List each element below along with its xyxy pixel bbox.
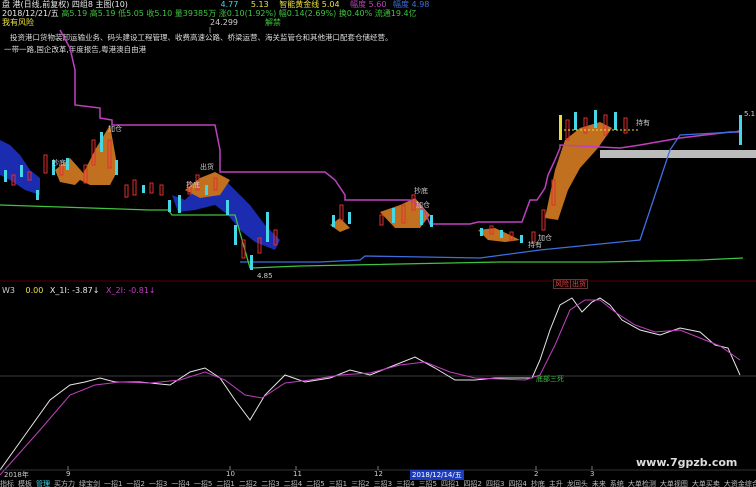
indicator-tab[interactable]: 四招2 (464, 479, 482, 487)
label-buy-3: 抄底 (414, 187, 428, 195)
indicator-tab[interactable]: 二招1 (216, 479, 234, 487)
risk-box-1: 风险 (553, 279, 571, 289)
indicator-tab[interactable]: 四招3 (486, 479, 504, 487)
xaxis-label-2: 2 (534, 470, 539, 478)
indicator-tab[interactable]: 大资金综合 (724, 479, 756, 487)
indicator-tab[interactable]: 三招2 (351, 479, 369, 487)
indicator-header: W3 0.00 X_1I: -3.87↓ X_2I: -0.81↓ (2, 286, 156, 296)
indicator-signal-label: 底部三死 (536, 375, 564, 383)
indicator-tab[interactable]: 四招1 (441, 479, 459, 487)
indicator-tab[interactable]: 绿宝剑 (79, 479, 100, 487)
indicator-tab[interactable]: 管理 (36, 479, 50, 487)
xaxis-label-11: 11 (293, 470, 302, 478)
label-buy-1: 抄底 (52, 159, 66, 167)
indicator-tab[interactable]: 二招3 (261, 479, 279, 487)
indicator-tab[interactable]: 一招3 (149, 479, 167, 487)
indicator-tab[interactable]: 二招5 (306, 479, 324, 487)
indicator-tab[interactable]: 大单买卖 (692, 479, 720, 487)
indicator-tab[interactable]: 主升 (549, 479, 563, 487)
watermark: www.7gpzb.com (636, 456, 738, 469)
indicator-tab[interactable]: 三招1 (329, 479, 347, 487)
xaxis-label-12: 12 (374, 470, 383, 478)
indicator-tab[interactable]: 龙回头 (567, 479, 588, 487)
blue-line (240, 129, 743, 263)
white-osc (0, 297, 741, 471)
indicator-tab[interactable]: 一招4 (171, 479, 189, 487)
indicator-tab[interactable]: 四招4 (508, 479, 526, 487)
magenta-osc (0, 299, 741, 476)
indicator-tab[interactable]: 未来 (592, 479, 606, 487)
label-sell-1: 出货 (200, 163, 214, 171)
indicator-tab[interactable]: 抄底 (531, 479, 545, 487)
indicator-tab[interactable]: 二招4 (284, 479, 302, 487)
indicator-tab[interactable]: 模板 (18, 479, 32, 487)
indicator-tab[interactable]: 三招4 (396, 479, 414, 487)
indicator-tab[interactable]: 指标 (0, 479, 14, 487)
indicator-tab[interactable]: 系统 (610, 479, 624, 487)
indicator-x2: X_2I: -0.81↓ (106, 286, 156, 295)
candles (4, 110, 742, 270)
indicator-tab[interactable]: 一招5 (194, 479, 212, 487)
indicator-v0: 0.00 (25, 286, 44, 295)
label-hold-1: 持有 (528, 241, 542, 249)
indicator-x1: X_1I: -3.87↓ (49, 286, 100, 295)
indicator-tab[interactable]: 二招2 (239, 479, 257, 487)
main-chart[interactable] (0, 0, 756, 487)
grey-resistance-bar (600, 150, 756, 158)
orange-band-6 (478, 228, 520, 242)
label-buy-2: 抄底 (186, 181, 200, 189)
risk-box-2: 出货 (570, 279, 588, 289)
orange-band-2 (80, 125, 118, 185)
indicator-tab[interactable]: 买方力 (54, 479, 75, 487)
xaxis-label-3: 3 (590, 470, 595, 478)
indicator-tab[interactable]: 三招3 (374, 479, 392, 487)
indicator-tab[interactable]: 大单视图 (660, 479, 688, 487)
label-near-top: 持有 (636, 119, 650, 127)
indicator-tab[interactable]: 大单检测 (628, 479, 656, 487)
xaxis-label-10: 10 (226, 470, 235, 478)
indicator-tab[interactable]: 一招1 (104, 479, 122, 487)
xaxis-label-9: 9 (66, 470, 71, 478)
green-line (0, 204, 744, 269)
indicator-tab-bar: 指标 模板 管理 买方力 绿宝剑 一招1 一招2 一招3 一招4 一招5 二招1 二招2 二招3 二招4 二… (0, 479, 756, 487)
low-price-label: 4.85 (257, 272, 273, 280)
top-price-label: 5.1 (744, 110, 756, 118)
indicator-tab[interactable]: 三招5 (419, 479, 437, 487)
label-add-1: 加仓 (108, 125, 122, 133)
indicator-name: W3 (2, 286, 15, 295)
indicator-tab[interactable]: 一招2 (126, 479, 144, 487)
label-add-2: 加仓 (416, 201, 430, 209)
